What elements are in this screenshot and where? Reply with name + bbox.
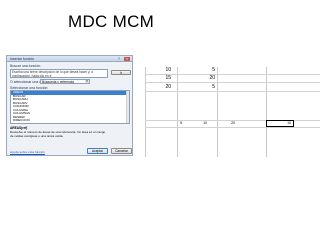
ok-button[interactable]: Aceptar: [87, 148, 108, 154]
cell-a1[interactable]: 10: [145, 67, 171, 74]
worksheet: 10 5 15 20 20 5 5 10 20 10: [145, 67, 320, 157]
category-select[interactable]: Búsqueda y referencia ▾: [40, 79, 90, 84]
function-list[interactable]: AREAS BUSCAR BUSCARH BUSCARV COINCIDIR C…: [10, 90, 130, 124]
chevron-down-icon[interactable]: ▾: [85, 80, 89, 83]
cancel-button[interactable]: Cancelar: [111, 148, 132, 154]
close-icon[interactable]: ×: [124, 57, 130, 61]
insert-function-dialog: Insertar función ? × Buscar una función:…: [6, 55, 133, 156]
category-value: Búsqueda y referencia: [42, 80, 74, 84]
grid-line: [145, 74, 320, 75]
function-list-item[interactable]: DIRECCION: [11, 118, 129, 123]
cell-formula-2[interactable]: 10: [181, 120, 207, 127]
dialog-titlebar: Insertar función ? ×: [7, 56, 132, 62]
grid-line: [145, 82, 320, 83]
search-label: Buscar una función:: [10, 64, 41, 68]
function-list-scrollbar[interactable]: [126, 91, 129, 123]
grid-line: [217, 67, 218, 157]
cell-a3[interactable]: 20: [145, 84, 171, 91]
slide-title: MDC MCM: [68, 12, 155, 31]
grid-line: [145, 91, 320, 92]
go-button[interactable]: Ir: [111, 70, 131, 75]
help-icon[interactable]: ?: [116, 57, 122, 61]
function-description: Devuelve el número de áreas de una refer…: [10, 130, 106, 138]
cell-a2[interactable]: 15: [145, 75, 171, 82]
cell-formula-1[interactable]: 5: [156, 120, 182, 127]
active-cell-selection[interactable]: [266, 120, 294, 127]
cell-formula-3[interactable]: 20: [209, 120, 235, 127]
cell-b2[interactable]: 20: [189, 75, 215, 82]
search-input[interactable]: Escriba una breve descripción de lo que …: [10, 69, 108, 78]
grid-line: [145, 127, 320, 128]
cell-b3[interactable]: 5: [189, 84, 215, 91]
dialog-title: Insertar función: [10, 57, 35, 61]
function-help-link[interactable]: Ayuda sobre esta función: [10, 150, 45, 154]
grid-line: [266, 67, 267, 157]
cell-b1[interactable]: 5: [189, 67, 215, 74]
grid-line: [177, 67, 178, 157]
